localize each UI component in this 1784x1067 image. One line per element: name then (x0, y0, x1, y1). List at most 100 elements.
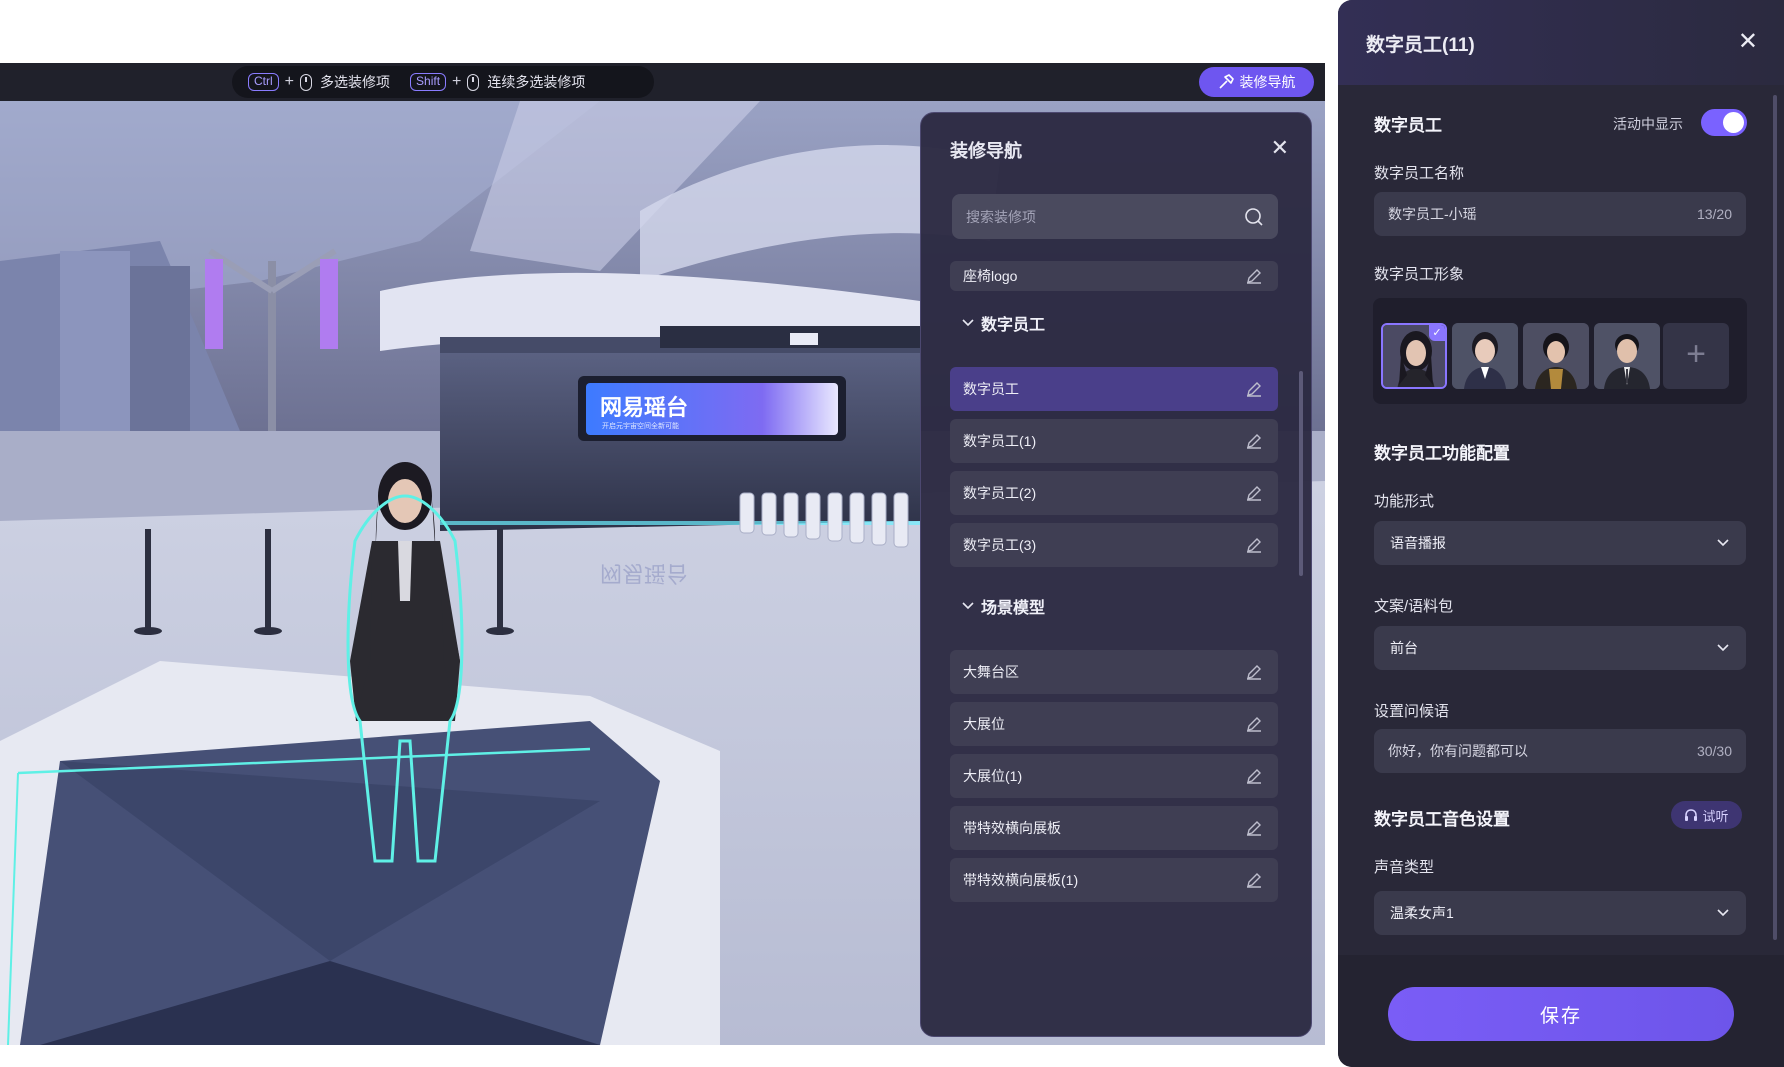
voice-type-value: 温柔女声1 (1390, 905, 1454, 921)
script-pack-value: 前台 (1390, 640, 1418, 656)
nav-item-digital-employee-3[interactable]: 数字员工(3) (950, 523, 1278, 567)
voice-type-label: 声音类型 (1374, 859, 1435, 876)
script-pack-label: 文案/语料包 (1374, 598, 1454, 615)
avatar-option-2[interactable] (1452, 323, 1518, 389)
voice-settings-title: 数字员工音色设置 (1374, 810, 1510, 829)
settings-scrollbar[interactable] (1773, 95, 1777, 940)
sign-subtext: 开启元宇宙空间全新可能 (602, 421, 679, 430)
male-avatar-icon (1594, 323, 1660, 389)
decoration-nav-button-label: 装修导航 (1239, 74, 1296, 90)
chevron-down-icon (1717, 644, 1729, 652)
nav-item-label: 座椅logo (963, 268, 1018, 284)
decoration-nav-panel: 装修导航 ✕ 座椅logo 数字员工 数字员工 数字员工(1) 数字员工(2) … (920, 112, 1312, 1037)
digital-employee-settings-panel: 数字员工(11) ✕ 数字员工 活动中显示 数字员工名称 数字员工-小瑶 13/… (1338, 0, 1784, 1067)
group-header-scene-model[interactable]: 场景模型 (961, 594, 1045, 618)
avatar-option-3[interactable] (1523, 323, 1589, 389)
nav-item-big-booth[interactable]: 大展位 (950, 702, 1278, 746)
nav-item-digital-employee[interactable]: 数字员工 (950, 367, 1278, 411)
nav-item-label: 数字员工(1) (963, 433, 1037, 449)
chevron-down-icon (1717, 909, 1729, 917)
function-config-title: 数字员工功能配置 (1374, 444, 1510, 463)
edit-icon[interactable] (1245, 536, 1263, 554)
scene-viewport[interactable]: 网易瑶台 开启元宇宙空间全新可能 网易瑶台 Ctrl + 多选装修项 Shift… (0, 63, 1325, 1045)
image-label: 数字员工形象 (1374, 266, 1465, 283)
chevron-down-icon (962, 319, 974, 327)
function-mode-select[interactable]: 语音播报 (1374, 521, 1746, 565)
script-pack-select[interactable]: 前台 (1374, 626, 1746, 670)
female-avatar-icon (1523, 323, 1589, 389)
mouse-icon (300, 73, 313, 91)
save-button[interactable]: 保存 (1388, 987, 1734, 1041)
add-avatar-button[interactable]: + (1663, 323, 1729, 389)
name-label: 数字员工名称 (1374, 165, 1465, 182)
nav-scrollbar[interactable] (1299, 371, 1303, 576)
nav-search-input[interactable] (966, 208, 1244, 225)
nav-item-label: 带特效横向展板(1) (963, 872, 1079, 888)
nav-item-big-stage[interactable]: 大舞台区 (950, 650, 1278, 694)
nav-item-label: 数字员工 (963, 381, 1019, 397)
edit-icon[interactable] (1245, 819, 1263, 837)
sign-text: 网易瑶台 (600, 395, 688, 420)
viewport-toolbar: Ctrl + 多选装修项 Shift + 连续多选装修项 装修导航 (0, 63, 1325, 101)
avatar-picker: ✓ + (1373, 298, 1747, 404)
nav-item-effect-board[interactable]: 带特效横向展板 (950, 806, 1278, 850)
female-avatar-icon (1452, 323, 1518, 389)
nav-item-digital-employee-2[interactable]: 数字员工(2) (950, 471, 1278, 515)
close-icon[interactable]: ✕ (1271, 135, 1289, 161)
decoration-nav-button[interactable]: 装修导航 (1199, 67, 1314, 97)
nav-search-box[interactable] (952, 194, 1278, 239)
group-title: 场景模型 (981, 600, 1046, 617)
ctrl-key-badge: Ctrl (248, 73, 279, 91)
greeting-char-count: 30/30 (1696, 743, 1732, 759)
group-title: 数字员工 (981, 317, 1046, 334)
multi-select-hint: 多选装修项 (320, 74, 391, 90)
hammer-icon (1218, 74, 1234, 89)
avatar-option-4[interactable] (1594, 323, 1660, 389)
nav-item-effect-board-1[interactable]: 带特效横向展板(1) (950, 858, 1278, 902)
range-select-hint: 连续多选装修项 (487, 74, 586, 90)
edit-icon[interactable] (1245, 380, 1263, 398)
chevron-down-icon (1717, 539, 1729, 547)
shift-key-badge: Shift (410, 73, 447, 91)
listen-button[interactable]: 试听 (1671, 801, 1742, 829)
search-icon[interactable] (1244, 207, 1264, 227)
group-header-digital-employee[interactable]: 数字员工 (961, 311, 1045, 335)
floor-reflection-text: 网易瑶台 (600, 561, 688, 586)
nav-panel-title: 装修导航 (950, 141, 1022, 161)
plus-sign: + (284, 73, 295, 90)
settings-header: 数字员工(11) ✕ (1338, 0, 1784, 85)
nav-item-label: 大展位(1) (963, 768, 1023, 784)
greeting-label: 设置问候语 (1374, 703, 1450, 720)
nav-item-label: 大展位 (963, 716, 1005, 732)
chevron-down-icon (962, 602, 974, 610)
section-title: 数字员工 (1374, 116, 1442, 135)
nav-item-label: 大舞台区 (963, 664, 1019, 680)
edit-icon[interactable] (1245, 663, 1263, 681)
edit-icon[interactable] (1245, 432, 1263, 450)
greeting-field[interactable]: 你好，你有问题都可以 30/30 (1374, 729, 1746, 773)
show-in-event-label: 活动中显示 (1613, 116, 1683, 132)
edit-icon[interactable] (1245, 715, 1263, 733)
voice-type-select[interactable]: 温柔女声1 (1374, 891, 1746, 935)
nav-item-digital-employee-1[interactable]: 数字员工(1) (950, 419, 1278, 463)
nav-item-big-booth-1[interactable]: 大展位(1) (950, 754, 1278, 798)
edit-icon[interactable] (1245, 484, 1263, 502)
edit-icon[interactable] (1245, 871, 1263, 889)
nav-item-partial[interactable]: 座椅logo (950, 261, 1278, 291)
nav-item-label: 带特效横向展板 (963, 820, 1061, 836)
greeting-value: 你好，你有问题都可以 (1388, 743, 1528, 759)
shortcut-hint: Ctrl + 多选装修项 Shift + 连续多选装修项 (232, 66, 654, 98)
plus-sign: + (452, 73, 462, 90)
edit-icon[interactable] (1245, 267, 1263, 285)
function-mode-label: 功能形式 (1374, 493, 1435, 510)
nav-item-label: 数字员工(2) (963, 485, 1037, 501)
name-value: 数字员工-小瑶 (1388, 206, 1477, 222)
nav-item-label: 数字员工(3) (963, 537, 1037, 553)
name-char-count: 13/20 (1696, 206, 1732, 222)
avatar-option-1[interactable]: ✓ (1381, 323, 1447, 389)
show-in-event-toggle[interactable] (1701, 109, 1747, 136)
close-icon[interactable]: ✕ (1738, 27, 1758, 56)
name-field[interactable]: 数字员工-小瑶 13/20 (1374, 192, 1746, 236)
check-icon: ✓ (1429, 325, 1445, 341)
edit-icon[interactable] (1245, 767, 1263, 785)
